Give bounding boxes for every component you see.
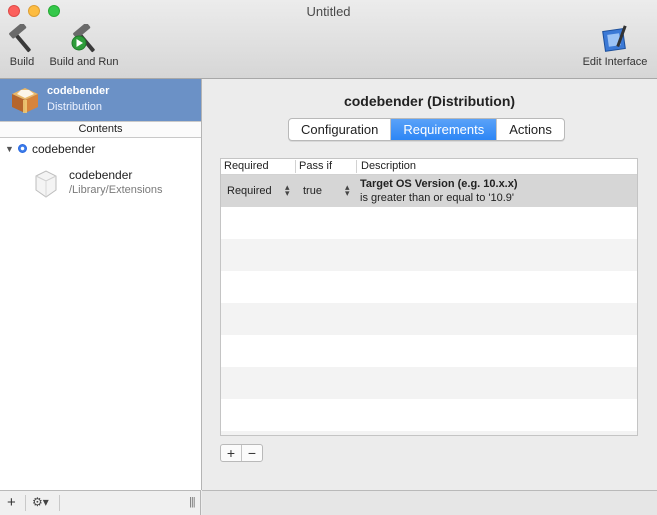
remove-requirement-button[interactable]: −: [241, 445, 262, 461]
column-header-description[interactable]: Description: [361, 160, 416, 172]
table-row-empty: [221, 271, 637, 303]
add-item-button[interactable]: +: [7, 494, 16, 511]
tree-item-child[interactable]: codebender /Library/Extensions: [30, 167, 201, 203]
tab-requirements[interactable]: Requirements: [391, 119, 498, 140]
tab-actions[interactable]: Actions: [497, 119, 564, 140]
package-icon: [12, 88, 38, 113]
table-row-empty: [221, 239, 637, 271]
column-header-pass-if[interactable]: Pass if: [299, 160, 332, 172]
divider: [59, 495, 60, 511]
table-header: Required Pass if Description: [221, 159, 637, 175]
app-window: Untitled Build Build and Run Edit Interf…: [0, 0, 657, 515]
gear-icon[interactable]: ⚙▾: [32, 495, 49, 509]
stepper-icon[interactable]: ▴ ▾: [345, 183, 350, 198]
column-header-required[interactable]: Required: [224, 160, 269, 172]
page-title: codebender (Distribution): [343, 93, 516, 109]
required-select[interactable]: Required: [227, 185, 272, 197]
build-and-run-button[interactable]: Build and Run: [44, 24, 124, 68]
contents-header: Contents: [0, 121, 201, 138]
hammer-play-icon: [71, 24, 95, 53]
add-requirement-button[interactable]: +: [221, 445, 241, 461]
main-bottom-bar: [202, 490, 657, 515]
kernel-extension-icon: [35, 170, 57, 198]
tree-item-root-label: codebender: [32, 142, 96, 156]
column-divider: [356, 160, 357, 173]
window-title: Untitled: [306, 4, 351, 19]
column-divider: [295, 160, 296, 173]
title-toolbar-bar: Untitled Build Build and Run Edit Interf…: [0, 0, 657, 79]
project-name: codebender: [47, 85, 110, 97]
sidebar: codebender Distribution Contents ▼ codeb…: [0, 79, 202, 490]
requirements-table: Required Pass if Description Required ▴ ▾…: [220, 158, 638, 436]
sidebar-bottom-bar: + ⚙▾ |||: [0, 490, 201, 515]
pass-if-select[interactable]: true: [303, 185, 322, 197]
build-and-run-label: Build and Run: [49, 56, 119, 68]
edit-interface-button[interactable]: Edit Interface: [575, 24, 655, 68]
table-row-empty: [221, 303, 637, 335]
resize-grip-icon[interactable]: |||: [189, 496, 196, 508]
project-subtitle: Distribution: [47, 101, 103, 113]
edit-interface-label: Edit Interface: [582, 56, 648, 68]
build-button[interactable]: Build: [4, 24, 40, 68]
main-panel: codebender (Distribution) Configuration …: [202, 79, 657, 490]
stepper-icon[interactable]: ▴ ▾: [285, 183, 290, 198]
build-label: Build: [9, 56, 35, 68]
child-item-path: /Library/Extensions: [69, 184, 163, 196]
table-row-empty: [221, 431, 637, 435]
tab-configuration[interactable]: Configuration: [289, 119, 392, 140]
child-item-name: codebender: [69, 168, 133, 182]
divider: [25, 495, 26, 511]
table-row-empty: [221, 335, 637, 367]
tab-bar: Configuration Requirements Actions: [288, 118, 565, 141]
disclosure-triangle-icon[interactable]: ▼: [5, 144, 14, 154]
sidebar-item-project[interactable]: codebender Distribution: [0, 79, 201, 121]
table-row[interactable]: Required ▴ ▾ true ▴ ▾ Target OS Version (e…: [221, 175, 637, 207]
table-row-empty: [221, 399, 637, 431]
description-detail: is greater than or equal to '10.9': [360, 192, 515, 204]
table-row-empty: [221, 367, 637, 399]
edit-interface-icon: [602, 25, 627, 52]
hammer-icon: [9, 24, 31, 53]
add-remove-control: + −: [220, 444, 263, 462]
tree-item-root[interactable]: ▼ codebender: [5, 142, 201, 158]
description-title: Target OS Version (e.g. 10.x.x): [360, 178, 518, 190]
table-row-empty: [221, 207, 637, 239]
target-icon: [18, 144, 27, 153]
